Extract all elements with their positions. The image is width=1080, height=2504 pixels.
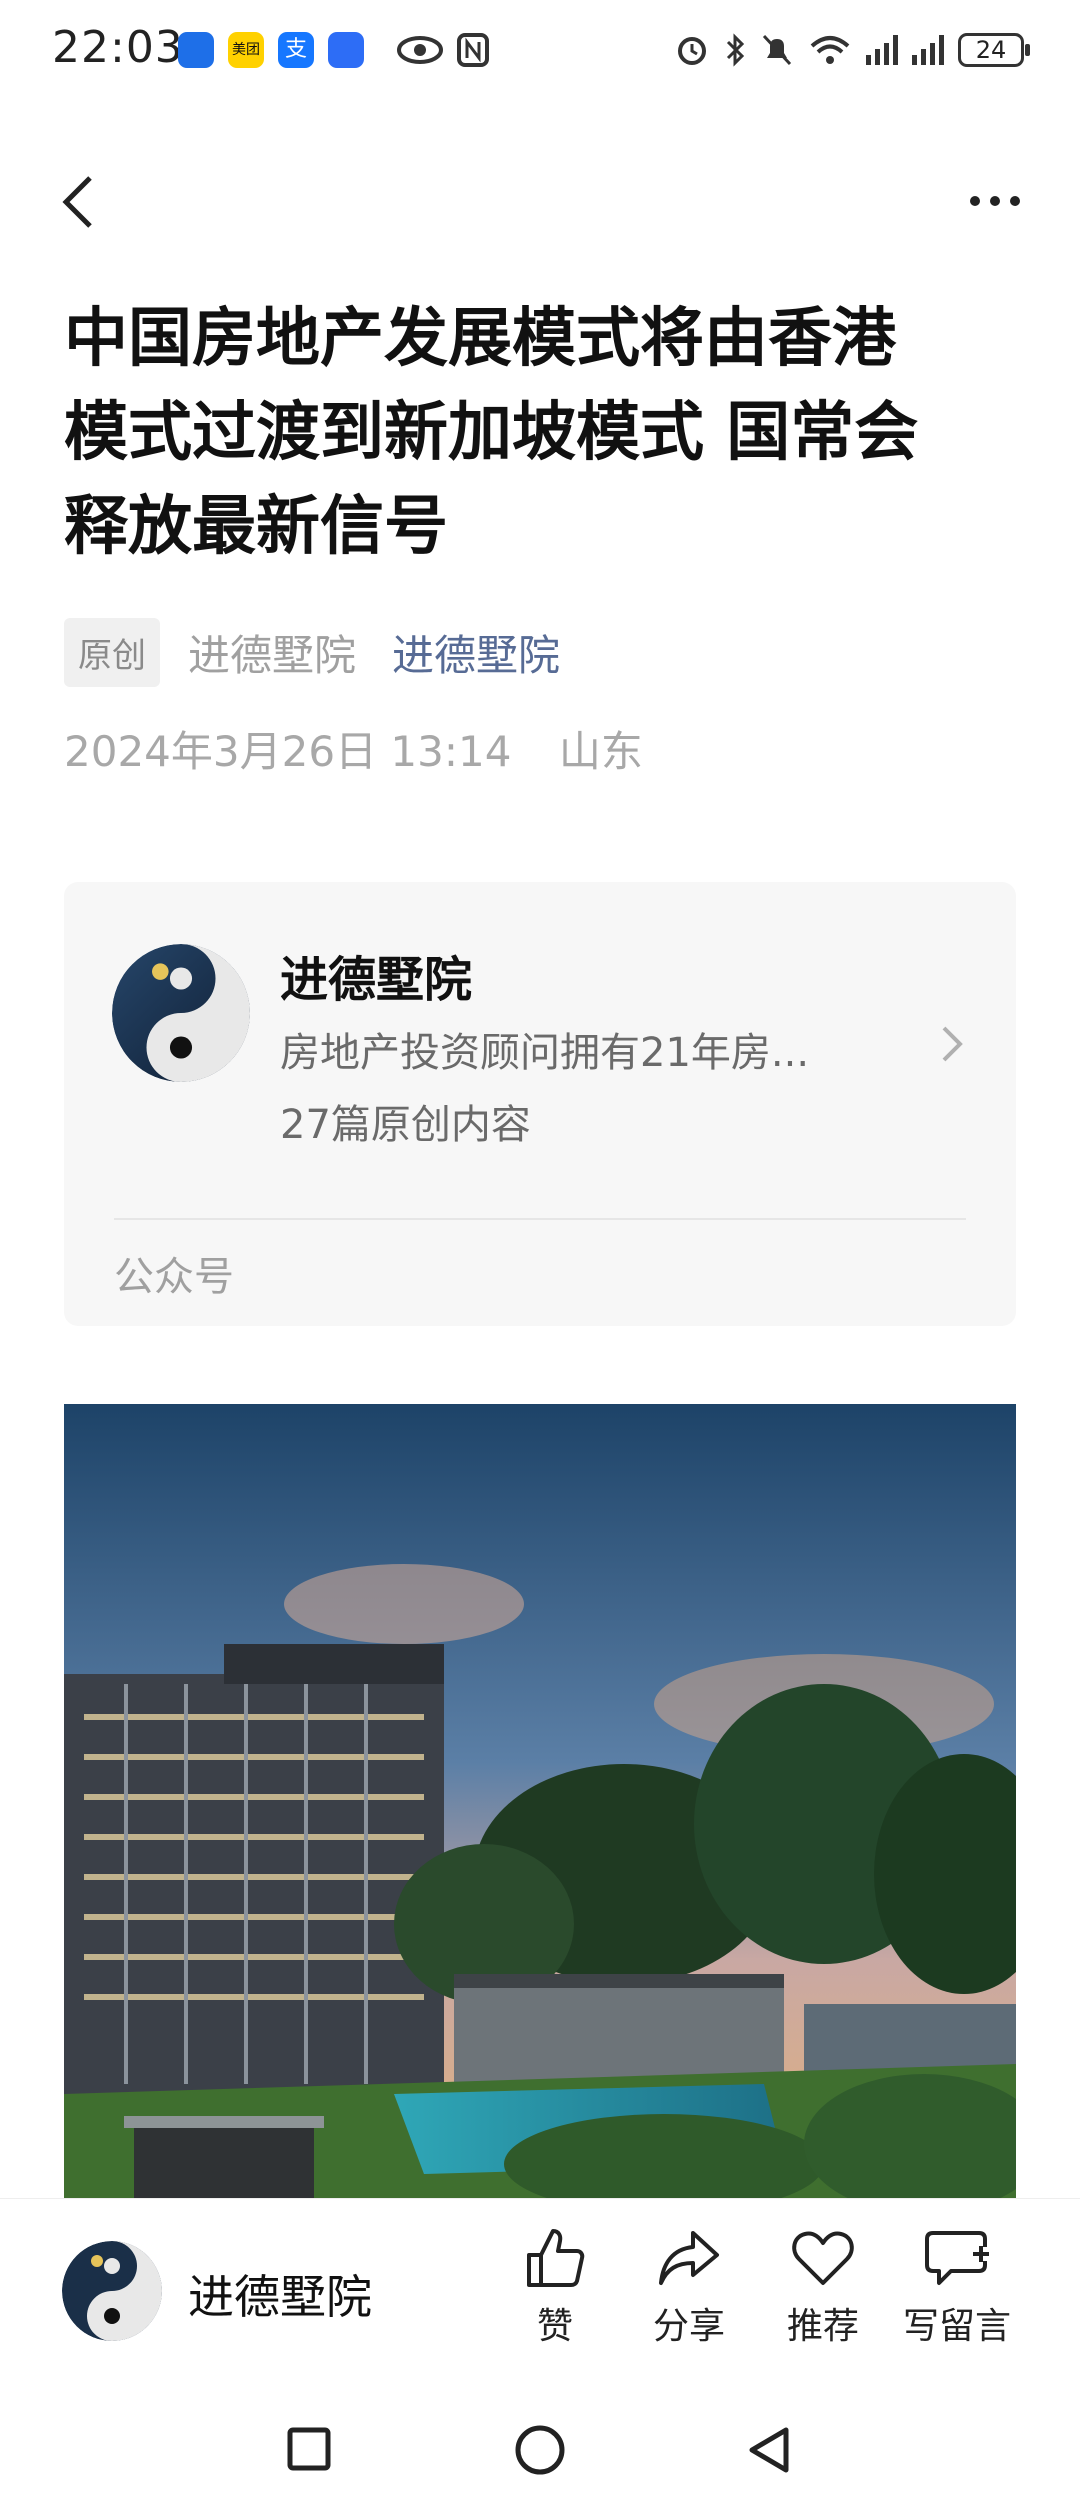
account-card[interactable]: 进德墅院 房地产投资顾问拥有21年房... 27篇原创内容 公众号 [64, 882, 1016, 1326]
account-avatar [112, 944, 250, 1082]
original-tag: 原创 [64, 617, 160, 687]
account-type-label: 公众号 [114, 1254, 234, 1300]
status-time: 22:03 [52, 22, 184, 73]
like-button[interactable]: 赞 [500, 2227, 610, 2349]
voice-app-icon [328, 32, 364, 68]
author-name: 进德墅院 [188, 630, 357, 680]
share-button[interactable]: 分享 [634, 2227, 744, 2349]
like-label: 赞 [536, 2306, 573, 2347]
title-line: 中国房地产发展模式将由香港 [64, 302, 896, 376]
status-bar: 22:03 美团 支 24 [0, 0, 1080, 100]
account-description: 房地产投资顾问拥有21年房... [280, 1030, 810, 1076]
chevron-left-icon[interactable] [58, 172, 98, 232]
account-name: 进德墅院 [280, 952, 473, 1008]
account-link[interactable]: 进德墅院 [392, 622, 560, 683]
yin-yang-avatar-icon [62, 2241, 162, 2341]
nfc-icon [457, 33, 489, 67]
alarm-icon [678, 37, 706, 65]
recommend-button[interactable]: 推荐 [768, 2227, 878, 2349]
recents-square-icon[interactable] [286, 2426, 332, 2472]
title-line: 模式过渡到新加坡模式 国常会 [64, 396, 919, 470]
tencent-app-icon [178, 32, 214, 68]
comment-label: 写留言 [902, 2306, 1011, 2347]
comment-button[interactable]: 写留言 [892, 2227, 1022, 2349]
eye-icon [397, 36, 443, 64]
more-dots-icon[interactable] [970, 196, 1020, 206]
chevron-right-icon [942, 1026, 963, 1062]
mute-bell-icon [762, 34, 792, 66]
article-meta: 原创 进德墅院 进德墅院 [64, 617, 560, 687]
bottom-action-bar: 进德墅院 赞 分享 推荐 写留言 [0, 2198, 1080, 2385]
heart-icon [792, 2231, 854, 2285]
back-triangle-icon[interactable] [744, 2424, 792, 2476]
original-count: 27篇原创内容 [280, 1102, 531, 1148]
signal-icon [866, 35, 898, 65]
publish-date: 2024年3月26日 13:14 [64, 727, 512, 776]
meituan-icon: 美团 [228, 32, 264, 68]
battery-indicator: 24 [958, 33, 1030, 67]
bottom-account-name[interactable]: 进德墅院 [188, 2261, 372, 2327]
system-navigation-bar [0, 2384, 1080, 2504]
account-avatar-small[interactable] [62, 2241, 162, 2341]
bluetooth-icon [726, 33, 745, 67]
home-circle-icon[interactable] [514, 2424, 566, 2476]
wifi-icon [810, 36, 850, 64]
publish-location: 山东 [558, 727, 643, 776]
thumbs-up-icon [527, 2229, 585, 2287]
article-title: 中国房地产发展模式将由香港 模式过渡到新加坡模式 国常会 释放最新信号 [64, 292, 1024, 574]
recommend-label: 推荐 [786, 2306, 859, 2347]
article-image[interactable] [64, 1404, 1016, 2200]
yin-yang-avatar-icon [112, 944, 250, 1082]
title-line: 释放最新信号 [64, 490, 448, 564]
publish-info: 2024年3月26日 13:14 山东 [64, 718, 677, 779]
share-icon [659, 2231, 719, 2285]
status-right-icons: 24 [674, 26, 1030, 74]
condo-photo [64, 1404, 1016, 2200]
share-label: 分享 [652, 2306, 725, 2347]
comment-add-icon [925, 2231, 989, 2285]
divider [114, 1218, 966, 1220]
alipay-icon: 支 [278, 32, 314, 68]
signal-icon [912, 35, 944, 65]
